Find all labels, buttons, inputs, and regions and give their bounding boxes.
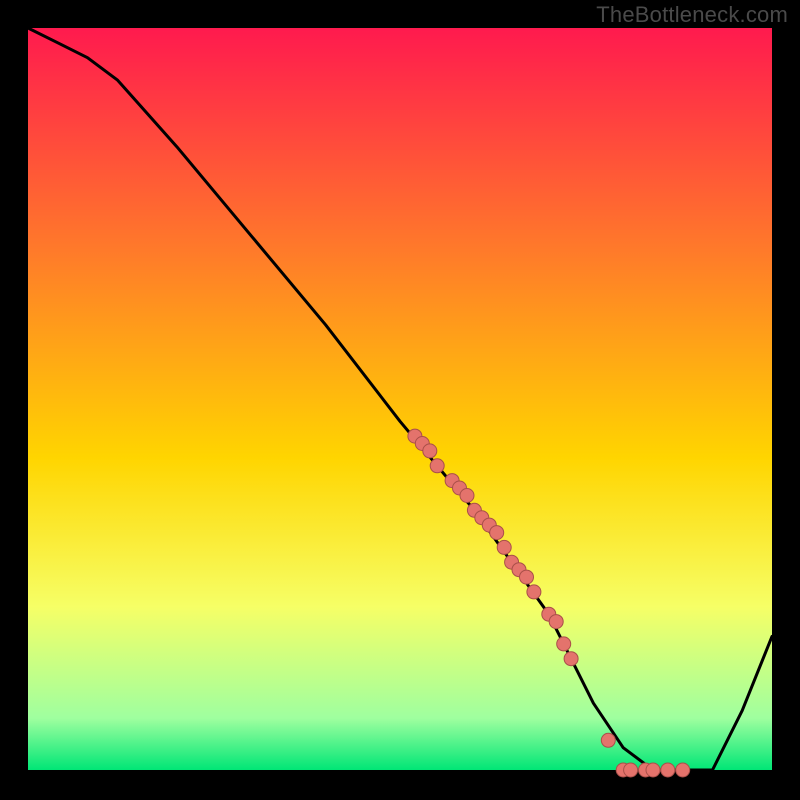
data-point <box>520 570 534 584</box>
data-point <box>661 763 675 777</box>
data-point <box>646 763 660 777</box>
data-point <box>460 489 474 503</box>
plot-background <box>28 28 772 770</box>
data-point <box>676 763 690 777</box>
data-point <box>527 585 541 599</box>
data-point <box>497 540 511 554</box>
data-point <box>564 652 578 666</box>
data-point <box>549 615 563 629</box>
data-point <box>423 444 437 458</box>
watermark-text: TheBottleneck.com <box>596 2 788 28</box>
bottleneck-chart <box>0 0 800 800</box>
data-point <box>430 459 444 473</box>
data-point <box>624 763 638 777</box>
chart-frame: TheBottleneck.com <box>0 0 800 800</box>
data-point <box>601 733 615 747</box>
data-point <box>490 526 504 540</box>
data-point <box>557 637 571 651</box>
